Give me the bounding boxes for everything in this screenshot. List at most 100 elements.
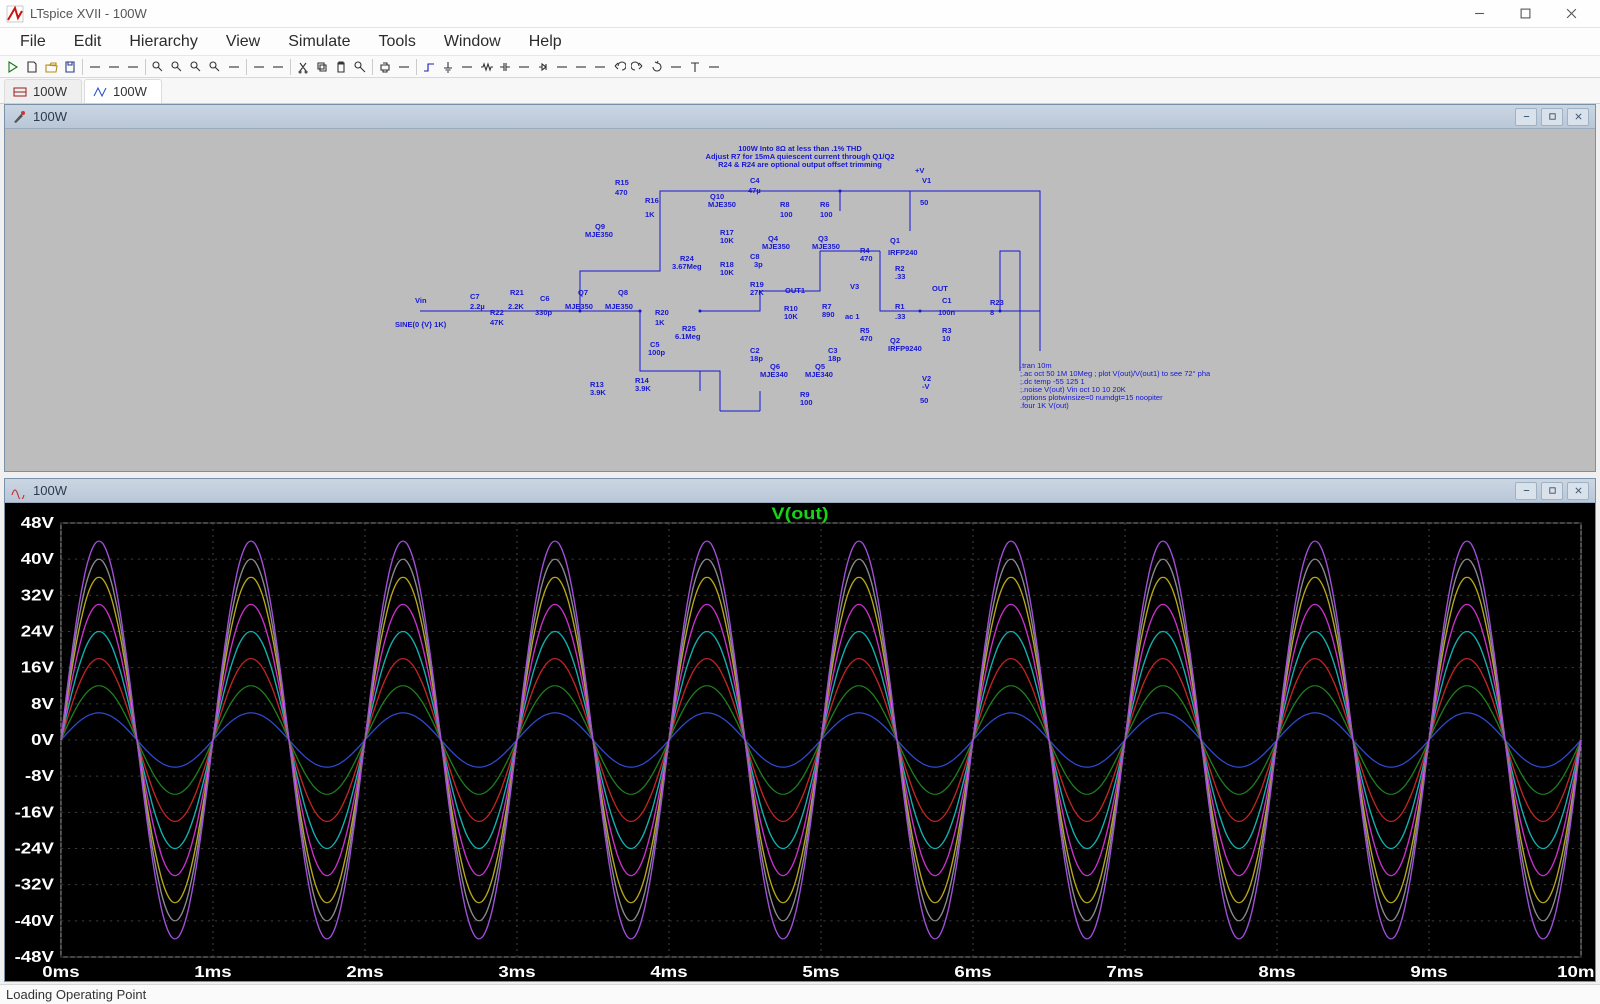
- capacitor-icon[interactable]: [496, 58, 514, 75]
- y-tick: -40V: [15, 911, 55, 929]
- move-icon[interactable]: [572, 58, 590, 75]
- text-icon[interactable]: [686, 58, 704, 75]
- copy-icon[interactable]: [313, 58, 331, 75]
- ground-icon[interactable]: [439, 58, 457, 75]
- redo-icon[interactable]: [629, 58, 647, 75]
- schem-label-Q8: Q8: [618, 288, 628, 297]
- schem-label-R20: R20: [655, 308, 669, 317]
- diode-icon[interactable]: [534, 58, 552, 75]
- schem-label-R24v: 3.67Meg: [672, 262, 702, 271]
- probe-icon[interactable]: [86, 58, 104, 75]
- wire-icon[interactable]: [420, 58, 438, 75]
- waveform-plot[interactable]: V(out)48V40V32V24V16V8V0V-8V-16V-24V-32V…: [5, 503, 1595, 981]
- y-tick: 32V: [21, 586, 55, 604]
- schem-label-R2v: .33: [895, 272, 905, 281]
- pane-close-button[interactable]: [1567, 482, 1589, 500]
- schem-label-Q2m: IRFP9240: [888, 344, 922, 353]
- menu-file[interactable]: File: [6, 28, 60, 55]
- schem-label-V1v: 50: [920, 198, 928, 207]
- rotate-icon[interactable]: [648, 58, 666, 75]
- tab-schematic[interactable]: 100W: [4, 79, 82, 103]
- menu-help[interactable]: Help: [515, 28, 576, 55]
- zoom-fit-icon[interactable]: [187, 58, 205, 75]
- svg-text:R24 & R24 are optional output: R24 & R24 are optional output offset tri…: [718, 160, 882, 169]
- window-title: LTspice XVII - 100W: [30, 6, 1456, 21]
- schem-label-Q3m: MJE350: [812, 242, 840, 251]
- pane-maximize-button[interactable]: [1541, 108, 1563, 126]
- new-icon[interactable]: [23, 58, 41, 75]
- schem-label-V1n: V1: [922, 176, 931, 185]
- pane-close-button[interactable]: [1567, 108, 1589, 126]
- x-tick: 2ms: [346, 962, 383, 980]
- open-icon[interactable]: [42, 58, 60, 75]
- resistor-icon[interactable]: [477, 58, 495, 75]
- setup-icon[interactable]: [395, 58, 413, 75]
- marker-icon[interactable]: [124, 58, 142, 75]
- waveform-pane: 100W V(out)48V40V32V24V16V8V0V-8V-16V-24…: [4, 478, 1596, 982]
- schem-label-C6: C6: [540, 294, 550, 303]
- run-icon[interactable]: [4, 58, 22, 75]
- schem-label-R6v: 100: [820, 210, 833, 219]
- schem-label-C4: C4: [750, 176, 760, 185]
- waveform-pane-header[interactable]: 100W: [5, 479, 1595, 503]
- menu-tools[interactable]: Tools: [364, 28, 429, 55]
- y-tick: 48V: [21, 513, 55, 531]
- print-icon[interactable]: [376, 58, 394, 75]
- schem-label-R16v: 1K: [645, 210, 655, 219]
- pane-minimize-button[interactable]: [1515, 482, 1537, 500]
- cut-icon[interactable]: [294, 58, 312, 75]
- schem-label-R21v: 2.2K: [508, 302, 524, 311]
- pane-maximize-button[interactable]: [1541, 482, 1563, 500]
- mirror-icon[interactable]: [667, 58, 685, 75]
- close-button[interactable]: [1548, 0, 1594, 27]
- pick-icon[interactable]: [105, 58, 123, 75]
- zoom-out-icon[interactable]: [168, 58, 186, 75]
- schem-label-R18v: 10K: [720, 268, 734, 277]
- schem-label-C7v: 2.2µ: [470, 302, 485, 311]
- save-icon[interactable]: [61, 58, 79, 75]
- find-icon[interactable]: [351, 58, 369, 75]
- schem-label-R17v: 10K: [720, 236, 734, 245]
- schematic-pane-title: 100W: [33, 109, 67, 124]
- undo-icon[interactable]: [610, 58, 628, 75]
- status-text: Loading Operating Point: [6, 987, 146, 1002]
- tab-waveform[interactable]: 100W: [84, 79, 162, 103]
- autorange-icon[interactable]: [225, 58, 243, 75]
- spice-icon[interactable]: [705, 58, 723, 75]
- menu-view[interactable]: View: [212, 28, 274, 55]
- schem-label-Q8m: MJE350: [605, 302, 633, 311]
- tile-horiz-icon[interactable]: [250, 58, 268, 75]
- schem-label-R15v: 470: [615, 188, 628, 197]
- menu-window[interactable]: Window: [430, 28, 515, 55]
- y-tick: 8V: [31, 694, 54, 712]
- schem-label-C8v: 3p: [754, 260, 763, 269]
- y-tick: 16V: [21, 658, 55, 676]
- zoom-in-icon[interactable]: [149, 58, 167, 75]
- schematic-pane-header[interactable]: 100W: [5, 105, 1595, 129]
- pane-minimize-button[interactable]: [1515, 108, 1537, 126]
- inductor-icon[interactable]: [515, 58, 533, 75]
- component-icon[interactable]: [553, 58, 571, 75]
- probe-icon: [11, 109, 27, 125]
- maximize-button[interactable]: [1502, 0, 1548, 27]
- menu-hierarchy[interactable]: Hierarchy: [115, 28, 211, 55]
- schematic-canvas[interactable]: 100W Into 8Ω at less than .1% THD Adjust…: [5, 129, 1595, 471]
- schem-label-Q6m: MJE340: [760, 370, 788, 379]
- schem-label-R8: R8: [780, 200, 790, 209]
- menu-edit[interactable]: Edit: [60, 28, 116, 55]
- menu-simulate[interactable]: Simulate: [274, 28, 364, 55]
- schem-label-V3v: ac 1: [845, 312, 860, 321]
- schem-label-Q5m: MJE340: [805, 370, 833, 379]
- plot-trace-label[interactable]: V(out): [771, 503, 828, 522]
- schem-label-R14v: 3.9K: [635, 384, 651, 393]
- label-icon[interactable]: [458, 58, 476, 75]
- drag-icon[interactable]: [591, 58, 609, 75]
- paste-icon[interactable]: [332, 58, 350, 75]
- schem-label-vin: Vin: [415, 296, 427, 305]
- schem-label-Q7: Q7: [578, 288, 588, 297]
- tile-vert-icon[interactable]: [269, 58, 287, 75]
- zoom-area-icon[interactable]: [206, 58, 224, 75]
- minimize-button[interactable]: [1456, 0, 1502, 27]
- x-tick: 8ms: [1258, 962, 1295, 980]
- schem-label-R6: R6: [820, 200, 830, 209]
